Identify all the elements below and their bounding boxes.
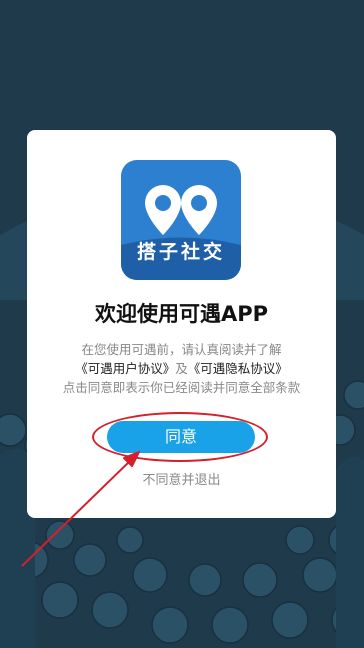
- dialog-title: 欢迎使用可遇APP: [94, 302, 269, 326]
- and-text: 及: [175, 361, 188, 376]
- logo-label: 搭子社交: [136, 241, 225, 263]
- desc-line-3: 点击同意即表示你已经阅读并同意全部条款: [62, 380, 301, 395]
- user-agreement-link[interactable]: 《可遇用户协议》: [75, 361, 175, 376]
- privacy-agreement-link[interactable]: 《可遇隐私协议》: [188, 361, 288, 376]
- disagree-exit-link[interactable]: 不同意并退出: [27, 469, 336, 488]
- agree-button[interactable]: 同意: [107, 421, 255, 453]
- consent-dialog: 搭子社交 欢迎使用可遇APP 在您使用可遇前，请认真阅读并了解 《可遇用户协议》…: [27, 130, 336, 518]
- desc-line-1: 在您使用可遇前，请认真阅读并了解: [81, 342, 282, 357]
- desc-line-2: 《可遇用户协议》及《可遇隐私协议》: [37, 359, 326, 378]
- dialog-description: 在您使用可遇前，请认真阅读并了解 《可遇用户协议》及《可遇隐私协议》 点击同意即…: [37, 340, 326, 397]
- app-logo: 搭子社交: [121, 160, 241, 280]
